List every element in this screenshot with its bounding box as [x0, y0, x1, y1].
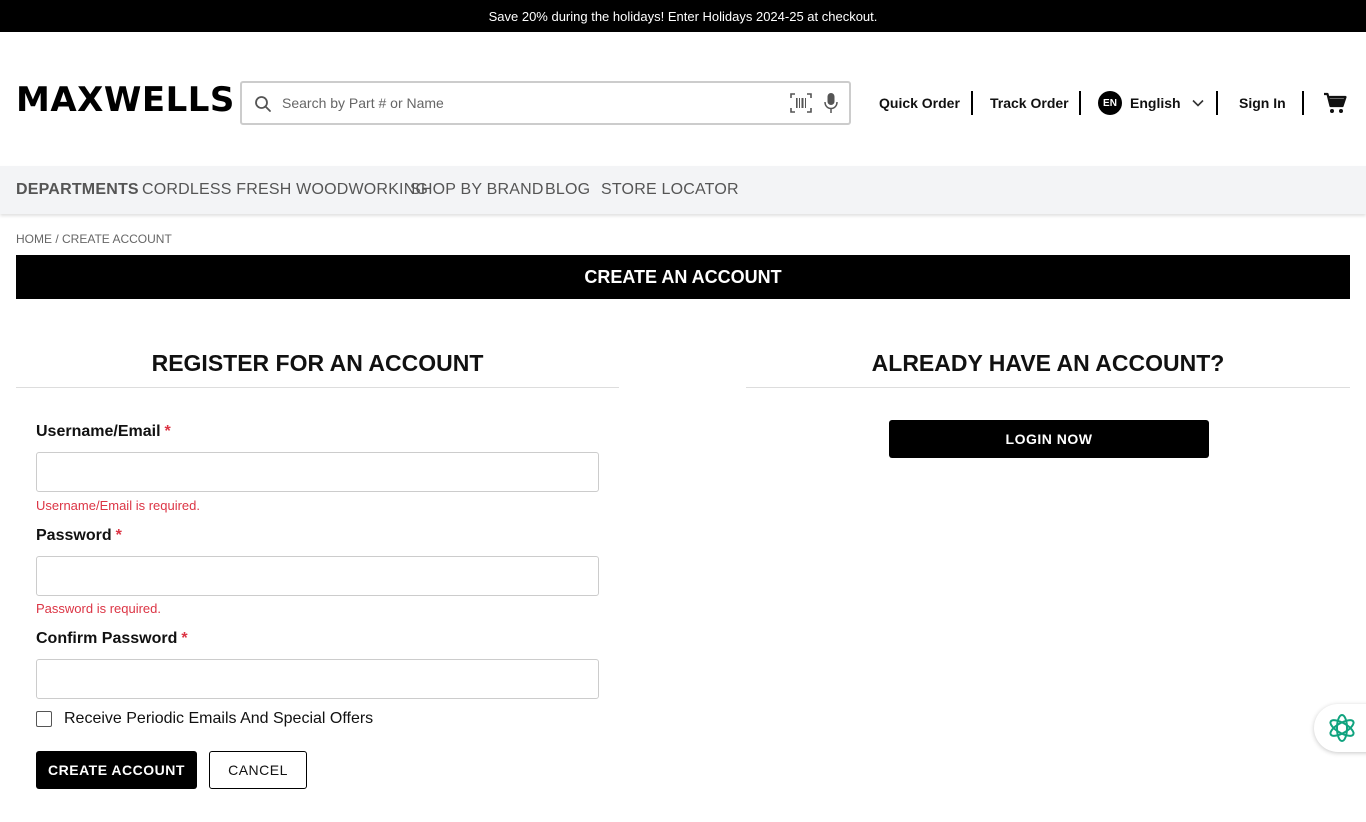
category-nav: DEPARTMENTS CORDLESS FRESH WOODWORKING S… [0, 166, 1366, 214]
header-divider [1216, 91, 1218, 115]
confirm-password-label: Confirm Password * [36, 630, 188, 648]
confirm-password-label-text: Confirm Password [36, 630, 178, 647]
header-divider [1302, 91, 1304, 115]
required-mark: * [115, 527, 122, 544]
confirm-password-field-wrapper [36, 659, 599, 699]
assistant-icon [1329, 714, 1355, 742]
cart-icon[interactable] [1323, 92, 1347, 114]
assistant-launcher[interactable] [1314, 704, 1366, 752]
password-label: Password * [36, 527, 122, 545]
language-badge: EN [1098, 91, 1122, 115]
track-order-link[interactable]: Track Order [990, 91, 1069, 115]
search-input[interactable] [282, 89, 782, 117]
password-field-wrapper [36, 556, 599, 596]
username-label: Username/Email * [36, 423, 171, 441]
header-divider [971, 91, 973, 115]
breadcrumb[interactable]: HOME / CREATE ACCOUNT [16, 232, 172, 246]
site-logo[interactable]: MAXWELLS [16, 82, 235, 118]
nav-departments[interactable]: DEPARTMENTS [16, 181, 139, 199]
create-account-button[interactable]: CREATE ACCOUNT [36, 751, 197, 789]
username-field-wrapper [36, 452, 599, 492]
password-error: Password is required. [36, 601, 161, 616]
username-label-text: Username/Email [36, 423, 161, 440]
password-label-text: Password [36, 527, 112, 544]
search-bar [240, 81, 851, 125]
nav-cordless-fresh-woodworking[interactable]: CORDLESS FRESH WOODWORKING [142, 181, 428, 199]
quick-order-link[interactable]: Quick Order [879, 91, 960, 115]
nav-blog[interactable]: BLOG [545, 181, 590, 199]
password-input[interactable] [37, 557, 598, 595]
microphone-icon[interactable] [824, 92, 838, 114]
nav-shop-by-brand[interactable]: SHOP BY BRAND [410, 181, 544, 199]
section-divider [16, 387, 619, 388]
promo-bar: Save 20% during the holidays! Enter Holi… [0, 0, 1366, 32]
chevron-down-icon [1191, 99, 1204, 107]
nav-store-locator[interactable]: STORE LOCATOR [601, 181, 739, 199]
page-title: CREATE AN ACCOUNT [16, 255, 1350, 299]
login-now-button[interactable]: LOGIN NOW [889, 420, 1209, 458]
language-label: English [1130, 95, 1181, 111]
register-title: REGISTER FOR AN ACCOUNT [151, 350, 484, 376]
required-mark: * [164, 423, 171, 440]
confirm-password-input[interactable] [37, 660, 598, 698]
username-email-input[interactable] [37, 453, 598, 491]
site-header: MAXWELLS Quick Order Track Order EN Engl… [0, 32, 1366, 166]
language-selector[interactable]: EN English [1098, 91, 1205, 115]
username-error: Username/Email is required. [36, 498, 201, 513]
email-optin-label[interactable]: Receive Periodic Emails And Special Offe… [64, 710, 373, 728]
cancel-button[interactable]: CANCEL [209, 751, 307, 789]
promo-text: Save 20% during the holidays! Enter Holi… [488, 8, 878, 24]
barcode-scan-icon[interactable] [790, 93, 812, 113]
login-title: ALREADY HAVE AN ACCOUNT? [871, 350, 1225, 376]
search-icon [255, 96, 271, 112]
required-mark: * [181, 630, 188, 647]
email-optin-checkbox[interactable] [36, 711, 52, 727]
section-divider [746, 387, 1350, 388]
sign-in-link[interactable]: Sign In [1239, 91, 1286, 115]
header-divider [1079, 91, 1081, 115]
